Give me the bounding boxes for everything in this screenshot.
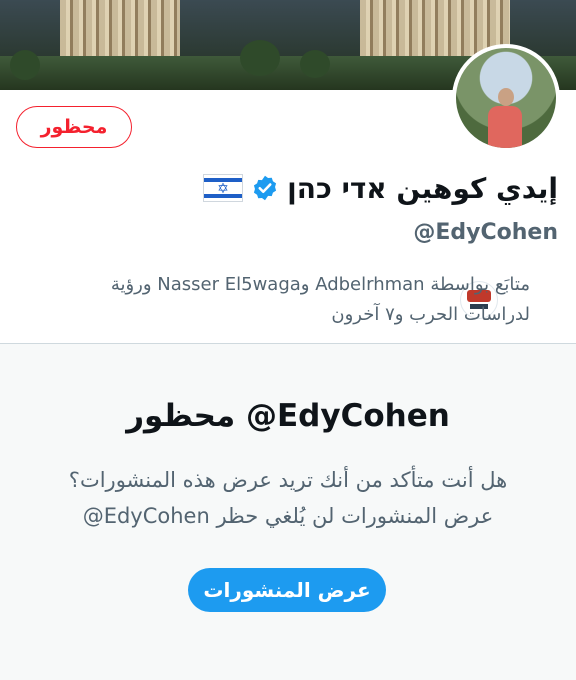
banner-tree bbox=[240, 40, 280, 76]
blocked-notice-question: هل أنت متأكد من أنك تريد عرض هذه المنشور… bbox=[68, 468, 508, 492]
verified-badge-icon[interactable] bbox=[251, 174, 279, 202]
display-name: إيدي كوهين אדי כהן bbox=[287, 171, 558, 205]
profile-handle: @EdyCohen bbox=[413, 220, 558, 245]
profile-name-row: إيدي كوهين אדי כהן ✡ bbox=[199, 166, 558, 210]
followed-by-line-2: لدراسات الحرب و٧ آخرون bbox=[331, 304, 530, 325]
israel-flag-icon: ✡ bbox=[203, 174, 244, 202]
blocked-notice-note: عرض المنشورات لن يُلغي حظر EdyCohen@ bbox=[82, 504, 494, 528]
followed-by-line-1: متابَع بواسطة Adbelrhman وNasser El5waga… bbox=[110, 274, 530, 295]
profile-avatar[interactable] bbox=[452, 44, 560, 152]
banner-tree bbox=[10, 50, 40, 80]
avatar-person bbox=[488, 88, 522, 148]
blocked-notice-title: EdyCohen@ محظور bbox=[126, 398, 450, 434]
blocked-button[interactable]: محظور bbox=[16, 106, 132, 148]
blocked-notice-body: هل أنت متأكد من أنك تريد عرض هذه المنشور… bbox=[0, 462, 576, 534]
view-posts-button[interactable]: عرض المنشورات bbox=[188, 568, 386, 612]
banner-tree bbox=[300, 50, 330, 78]
followed-by-text[interactable]: متابَع بواسطة Adbelrhman وNasser El5waga… bbox=[0, 270, 530, 334]
